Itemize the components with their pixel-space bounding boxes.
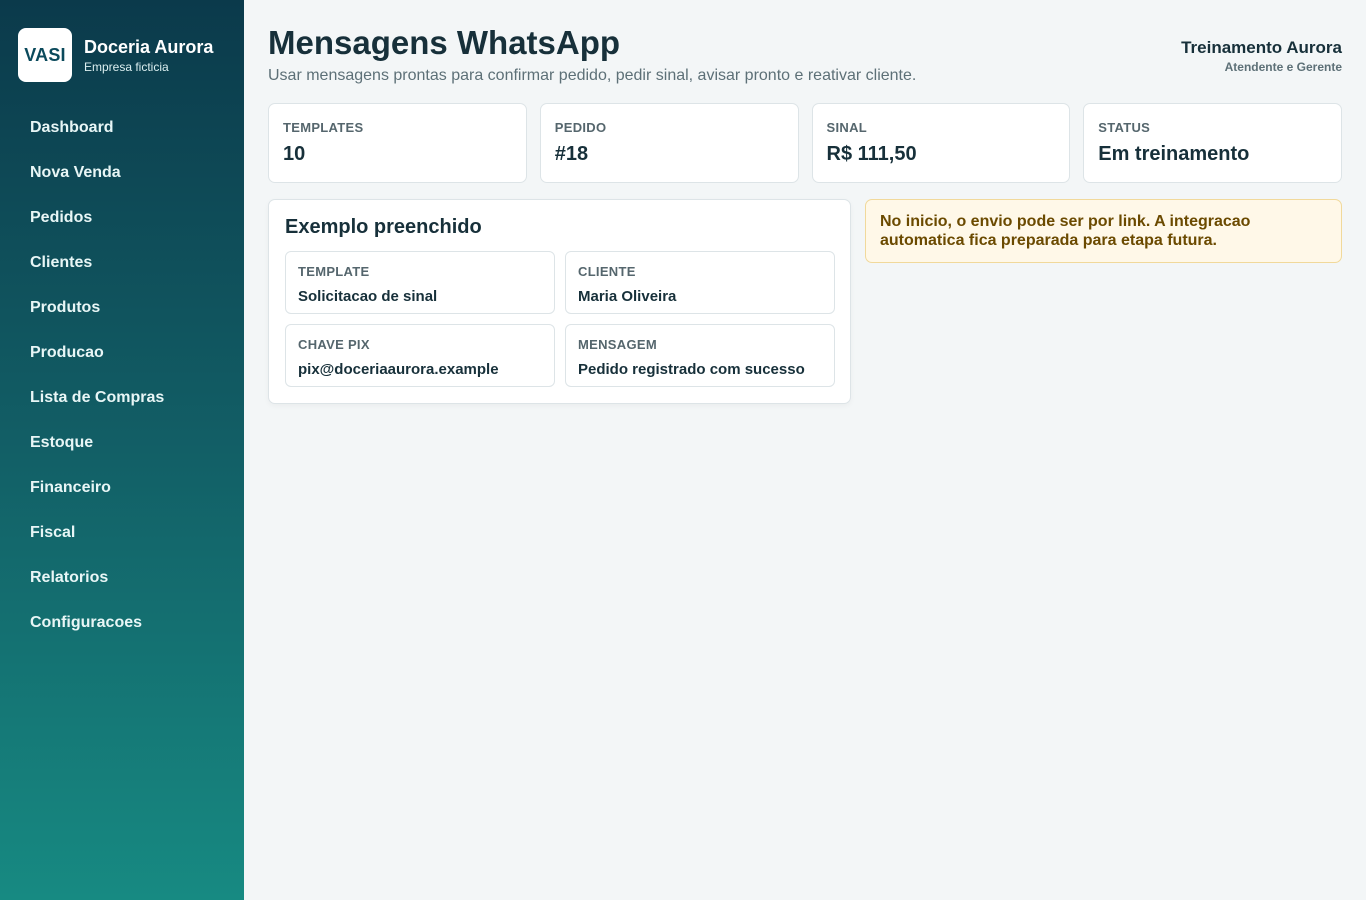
stat-card-status: STATUS Em treinamento <box>1083 103 1342 183</box>
stat-value: Em treinamento <box>1098 143 1250 165</box>
sidebar-item-produtos[interactable]: Produtos <box>0 285 244 330</box>
user-info[interactable]: Treinamento Aurora Atendente e Gerente <box>1181 38 1342 74</box>
info-notice: No inicio, o envio pode ser por link. A … <box>865 199 1342 263</box>
field-label: TEMPLATE <box>298 264 370 279</box>
field-mensagem: MENSAGEM Pedido registrado com sucesso <box>565 324 835 387</box>
stat-value: R$ 111,50 <box>826 143 917 165</box>
field-value: pix@doceriaaurora.example <box>298 361 499 378</box>
sidebar-item-nova-venda[interactable]: Nova Venda <box>0 150 244 195</box>
sidebar-item-dashboard[interactable]: Dashboard <box>0 105 244 150</box>
sidebar-item-clientes[interactable]: Clientes <box>0 240 244 285</box>
sidebar-item-configuracoes[interactable]: Configuracoes <box>0 600 244 645</box>
field-label: CHAVE PIX <box>298 337 370 352</box>
stat-label: PEDIDO <box>554 120 607 135</box>
field-label: MENSAGEM <box>578 337 657 352</box>
field-label: CLIENTE <box>578 264 636 279</box>
example-title: Exemplo preenchido <box>285 216 482 238</box>
stat-label: SINAL <box>826 120 867 135</box>
brand[interactable]: VASI Doceria Aurora Empresa ficticia <box>18 28 213 82</box>
stat-card-pedido: PEDIDO #18 <box>539 103 799 183</box>
company-name: Doceria Aurora <box>84 37 214 57</box>
stat-card-templates: TEMPLATES 10 <box>268 103 527 183</box>
stats-row: TEMPLATES 10 PEDIDO #18 SINAL R$ 111,50 … <box>268 103 1342 183</box>
field-chave-pix: CHAVE PIX pix@doceriaaurora.example <box>285 324 555 387</box>
stat-card-sinal: SINAL R$ 111,50 <box>811 103 1071 183</box>
stat-label: STATUS <box>1098 120 1151 135</box>
sidebar: VASI Doceria Aurora Empresa ficticia Das… <box>0 0 244 900</box>
example-panel: Exemplo preenchido TEMPLATE Solicitacao … <box>268 199 851 404</box>
company-logo: VASI <box>18 28 72 82</box>
page-subtitle: Usar mensagens prontas para confirmar pe… <box>268 67 917 84</box>
sidebar-item-lista-de-compras[interactable]: Lista de Compras <box>0 375 244 420</box>
field-cliente: CLIENTE Maria Oliveira <box>565 251 835 314</box>
stat-value: #18 <box>554 143 589 165</box>
field-value: Solicitacao de sinal <box>298 288 438 305</box>
field-value: Maria Oliveira <box>578 288 677 305</box>
sidebar-item-producao[interactable]: Producao <box>0 330 244 375</box>
sidebar-item-pedidos[interactable]: Pedidos <box>0 195 244 240</box>
field-template: TEMPLATE Solicitacao de sinal <box>285 251 555 314</box>
company-subtitle: Empresa ficticia <box>84 60 169 74</box>
user-role: Atendente e Gerente <box>1224 60 1342 74</box>
brand-text: Doceria Aurora Empresa ficticia <box>84 36 213 74</box>
sidebar-item-relatorios[interactable]: Relatorios <box>0 555 244 600</box>
field-value: Pedido registrado com sucesso <box>578 361 805 378</box>
sidebar-nav: Dashboard Nova Venda Pedidos Clientes Pr… <box>0 105 244 645</box>
sidebar-item-fiscal[interactable]: Fiscal <box>0 510 244 555</box>
stat-value: 10 <box>283 143 306 165</box>
stat-label: TEMPLATES <box>283 120 364 135</box>
sidebar-item-estoque[interactable]: Estoque <box>0 420 244 465</box>
sidebar-item-financeiro[interactable]: Financeiro <box>0 465 244 510</box>
page-title: Mensagens WhatsApp <box>268 24 621 61</box>
user-name: Treinamento Aurora <box>1181 38 1342 57</box>
